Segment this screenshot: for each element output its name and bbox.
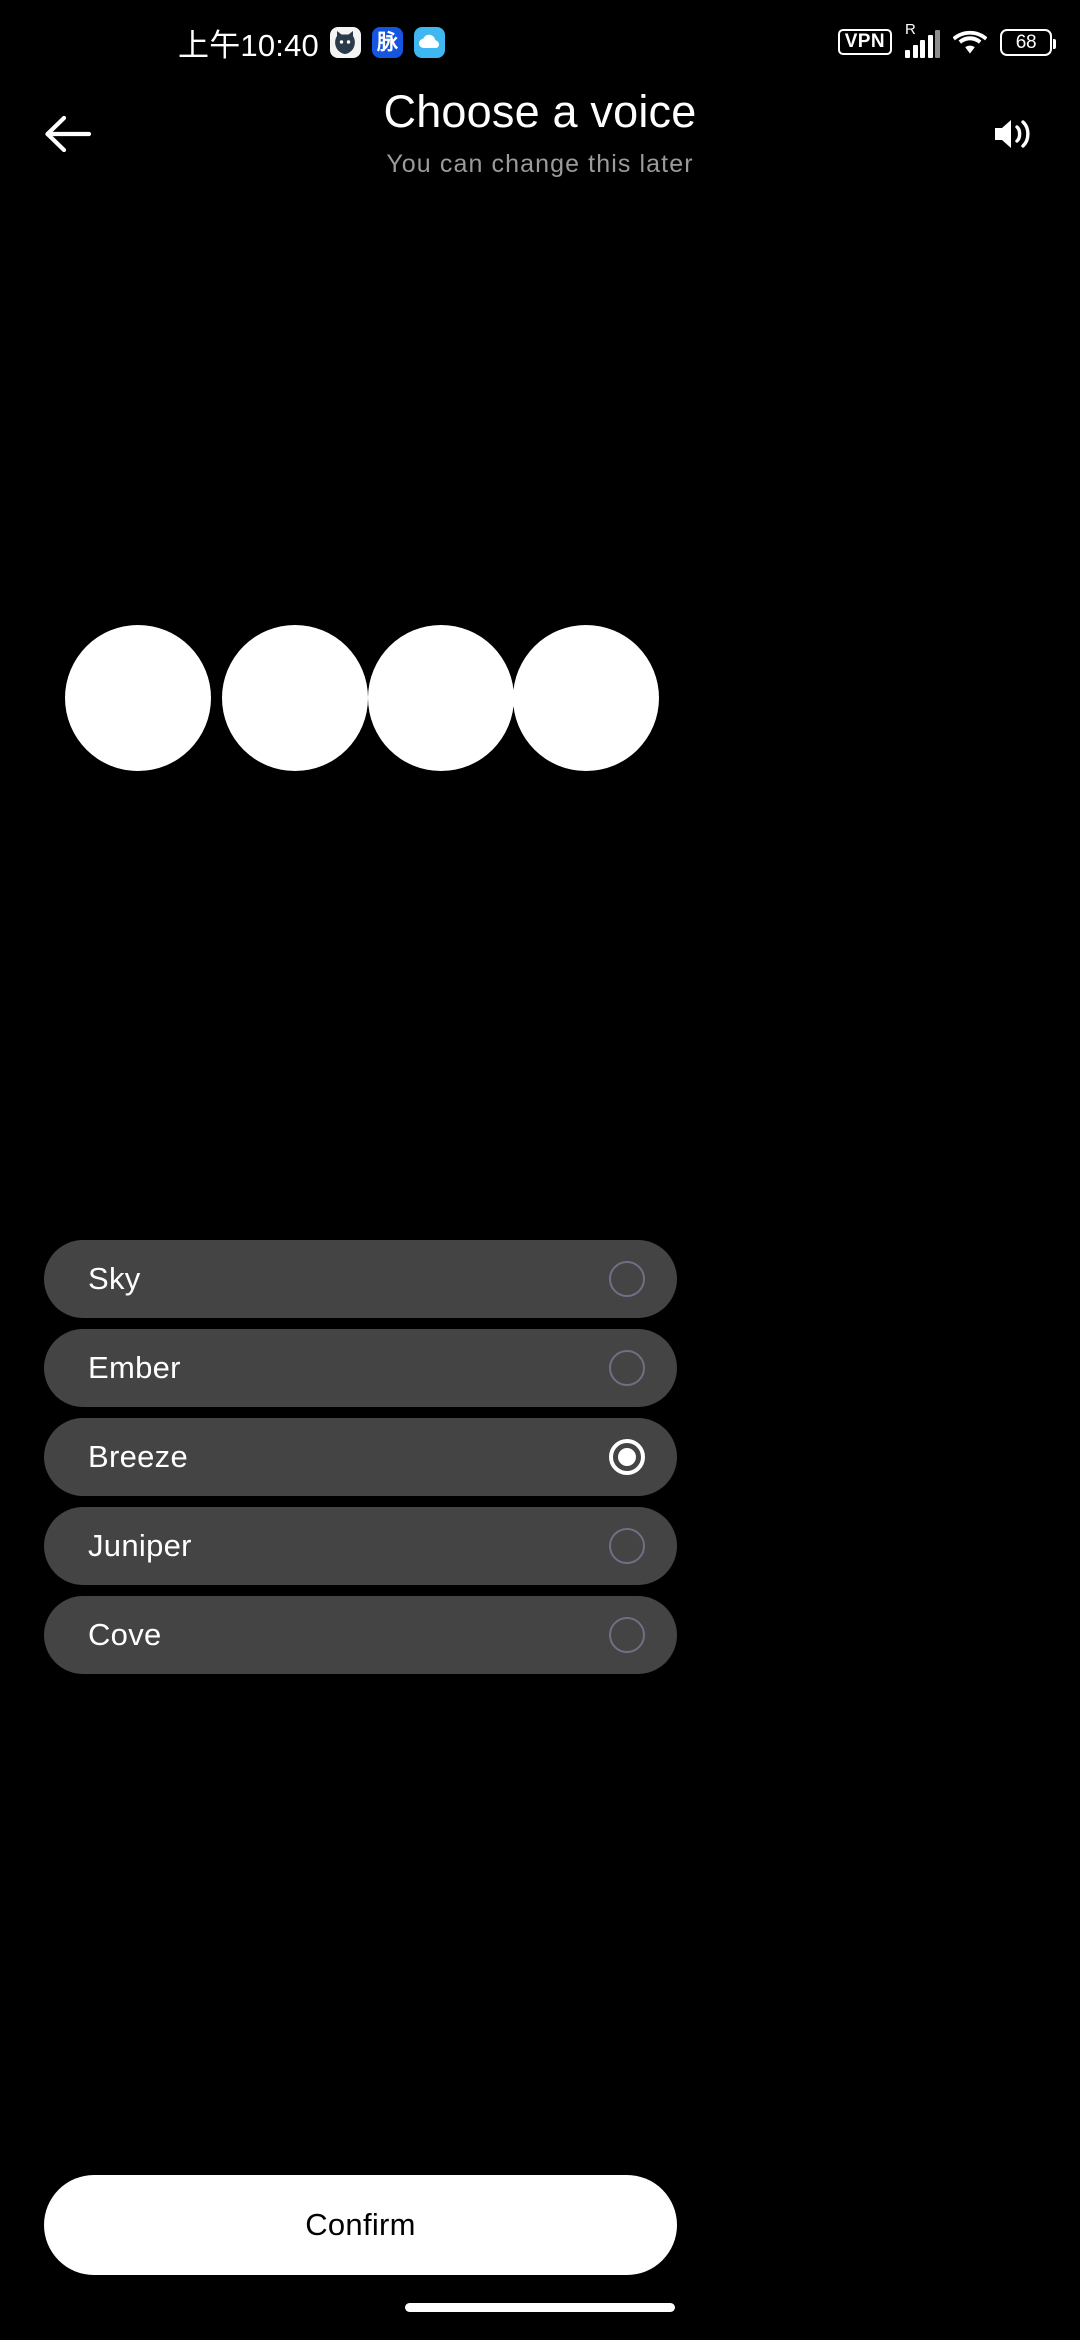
- voice-option-juniper[interactable]: Juniper: [44, 1507, 677, 1585]
- visualizer-orb: [513, 625, 659, 771]
- voice-option-ember[interactable]: Ember: [44, 1329, 677, 1407]
- voice-option-label: Sky: [88, 1261, 141, 1296]
- voice-option-label: Cove: [88, 1617, 162, 1652]
- radio-dot: [618, 1448, 636, 1466]
- radio-button-juniper[interactable]: [609, 1528, 645, 1564]
- signal-bar-5: [935, 30, 940, 58]
- voice-option-cove[interactable]: Cove: [44, 1596, 677, 1674]
- voice-option-label: Breeze: [88, 1439, 189, 1474]
- battery-icon: 68: [1000, 28, 1056, 56]
- signal-bar-1: [905, 50, 910, 58]
- speaker-volume-icon: [995, 120, 1030, 148]
- confirm-button-label: Confirm: [305, 2207, 416, 2242]
- maimai-app-icon: 脉: [371, 26, 403, 58]
- visualizer-orb: [65, 625, 211, 771]
- voice-options-list: Sky Ember Breeze Juniper Cove: [44, 1240, 677, 1685]
- voice-option-breeze[interactable]: Breeze: [44, 1418, 677, 1496]
- wifi-icon: [952, 29, 988, 55]
- roaming-indicator-label: R: [905, 21, 916, 38]
- cat-app-icon: [329, 26, 361, 58]
- home-gesture-bar[interactable]: [405, 2303, 675, 2312]
- status-time: 上午10:40: [178, 27, 319, 63]
- signal-bars-icon: R: [905, 22, 940, 58]
- battery-level-label: 68: [1015, 31, 1037, 53]
- signal-bar-3: [920, 40, 925, 58]
- status-bar-left: 上午10:40 脉: [0, 20, 445, 65]
- status-bar-right: VPN R 68: [837, 22, 1056, 58]
- cloud-app-icon: [413, 26, 445, 58]
- radio-button-breeze[interactable]: [609, 1439, 645, 1475]
- voice-option-label: Juniper: [88, 1528, 192, 1563]
- radio-button-cove[interactable]: [609, 1617, 645, 1653]
- signal-bar-4: [927, 35, 933, 58]
- radio-button-ember[interactable]: [609, 1350, 645, 1386]
- confirm-button[interactable]: Confirm: [44, 2175, 677, 2275]
- page-subtitle: You can change this later: [386, 150, 694, 178]
- voice-option-label: Ember: [88, 1350, 181, 1385]
- radio-button-sky[interactable]: [609, 1261, 645, 1297]
- page-title: Choose a voice: [383, 86, 697, 137]
- vpn-badge: VPN: [837, 28, 892, 56]
- voice-option-sky[interactable]: Sky: [44, 1240, 677, 1318]
- signal-bar-2: [912, 45, 918, 58]
- visualizer-orb: [368, 625, 514, 771]
- page-header: Choose a voice You can change this later: [0, 84, 1080, 214]
- voice-visualizer: [65, 625, 665, 775]
- voice-selection-screen: 上午10:40 脉 VPN R 68 Choose a voice You ca…: [0, 0, 1080, 2340]
- header-titles: Choose a voice You can change this later: [0, 84, 1080, 181]
- visualizer-orb: [222, 625, 368, 771]
- status-bar: 上午10:40 脉 VPN R 68: [0, 0, 1080, 84]
- maimai-app-icon-label: 脉: [376, 30, 398, 54]
- speaker-button[interactable]: [976, 96, 1052, 172]
